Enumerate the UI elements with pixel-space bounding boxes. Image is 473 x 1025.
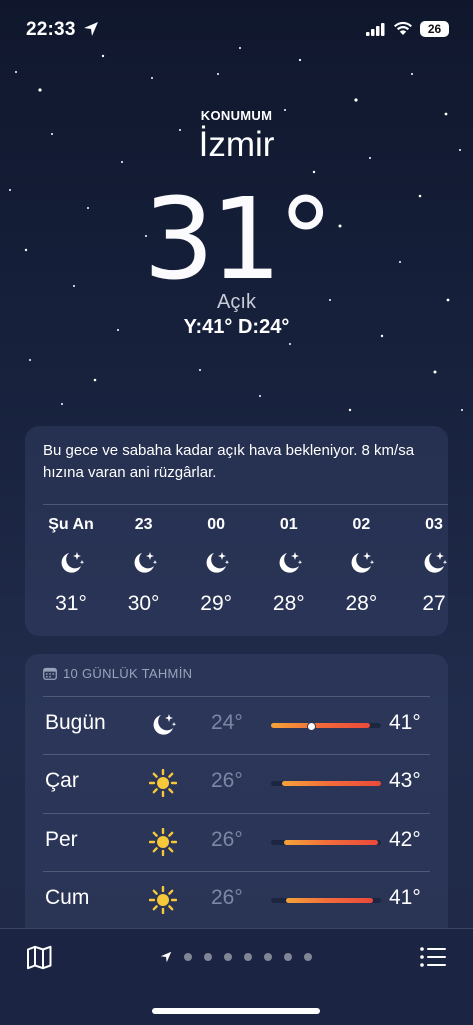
day-low-temperature: 24° bbox=[211, 711, 243, 734]
day-name: Çar bbox=[45, 769, 79, 793]
hour-temperature: 29° bbox=[200, 592, 233, 615]
temperature-range-fill bbox=[271, 723, 370, 728]
temperature-range-bar bbox=[271, 897, 381, 903]
location-arrow-icon[interactable] bbox=[160, 951, 172, 963]
day-low-temperature: 26° bbox=[211, 827, 243, 851]
moon-stars-icon bbox=[35, 544, 107, 582]
temperature-range-bar bbox=[271, 839, 381, 845]
hour-label: 23 bbox=[134, 516, 153, 533]
wifi-icon bbox=[394, 21, 412, 35]
moon-stars-icon bbox=[147, 709, 179, 741]
temperature-range-bar bbox=[271, 722, 381, 731]
daily-row[interactable]: Cum 26° 41° bbox=[43, 870, 448, 929]
day-name: Cum bbox=[45, 885, 90, 909]
location-label: KONUMUM bbox=[200, 108, 273, 123]
hour-temperature: 27 bbox=[422, 592, 446, 615]
hourly-item: 23 30° bbox=[108, 512, 180, 616]
page-dot[interactable] bbox=[224, 953, 232, 961]
daily-row[interactable]: Per 26° 42° bbox=[43, 812, 448, 871]
hourly-item: 01 28° bbox=[253, 512, 325, 616]
page-indicator[interactable] bbox=[160, 951, 312, 963]
day-high-temperature: 41° bbox=[389, 711, 421, 734]
sun-icon bbox=[147, 767, 179, 799]
daily-row[interactable]: Çar 26° 43° bbox=[43, 754, 448, 812]
page-dot[interactable] bbox=[304, 953, 312, 961]
day-low-temperature: 26° bbox=[211, 769, 243, 793]
location-arrow-icon bbox=[84, 22, 98, 36]
hourly-forecast-card[interactable]: Bu gece ve sabaha kadar açık hava beklen… bbox=[25, 426, 448, 636]
hourly-item: 02 28° bbox=[325, 512, 397, 616]
moon-stars-icon bbox=[253, 544, 325, 582]
list-icon[interactable] bbox=[420, 947, 446, 967]
day-name: Bugün bbox=[45, 711, 106, 734]
moon-stars-icon bbox=[180, 544, 252, 582]
hour-temperature: 31° bbox=[55, 592, 87, 615]
high-low-temperature: Y:41° D:24° bbox=[183, 316, 290, 338]
hour-label: 02 bbox=[352, 516, 371, 533]
hourly-item: 03 27 bbox=[398, 512, 448, 616]
moon-stars-icon bbox=[398, 544, 448, 582]
page-dot[interactable] bbox=[244, 953, 252, 961]
hourly-item: Şu An 31° bbox=[35, 512, 107, 616]
divider bbox=[43, 754, 430, 756]
divider bbox=[43, 504, 448, 505]
current-temperature-marker bbox=[306, 722, 316, 731]
divider bbox=[43, 812, 430, 814]
moon-stars-icon bbox=[108, 544, 180, 582]
map-icon[interactable] bbox=[26, 945, 53, 970]
temperature-range-fill bbox=[284, 839, 378, 845]
status-bar: 22:33 26 bbox=[0, 0, 473, 60]
hour-temperature: 28° bbox=[272, 592, 305, 615]
temperature-range-fill bbox=[282, 781, 381, 787]
divider bbox=[43, 696, 430, 697]
page-dot[interactable] bbox=[264, 953, 272, 961]
bottom-toolbar bbox=[0, 928, 473, 1025]
hour-label: 03 bbox=[425, 516, 443, 533]
moon-stars-icon bbox=[325, 544, 397, 582]
daily-forecast-header: 10 GÜNLÜK TAHMİN bbox=[43, 666, 192, 681]
hour-label: Şu An bbox=[48, 516, 94, 533]
page-dot[interactable] bbox=[204, 953, 212, 961]
temperature-range-bar bbox=[271, 781, 381, 787]
forecast-summary: Bu gece ve sabaha kadar açık hava beklen… bbox=[43, 442, 415, 481]
day-high-temperature: 41° bbox=[389, 885, 421, 909]
daily-forecast-card[interactable]: 10 GÜNLÜK TAHMİN Bugün 24° 41° Çar 26° 43° Per… bbox=[25, 654, 448, 944]
current-weather: KONUMUM İzmir 31° Açık Y:41° D:24° bbox=[0, 108, 473, 338]
hour-label: 00 bbox=[207, 516, 226, 533]
day-low-temperature: 26° bbox=[211, 885, 243, 909]
hour-label: 01 bbox=[279, 516, 298, 533]
daily-forecast-title: 10 GÜNLÜK TAHMİN bbox=[63, 666, 193, 681]
day-name: Per bbox=[45, 827, 78, 851]
divider bbox=[43, 870, 430, 872]
sun-icon bbox=[147, 826, 179, 858]
current-temperature: 31° bbox=[143, 175, 334, 305]
cellular-signal-icon bbox=[366, 23, 385, 36]
day-high-temperature: 42° bbox=[389, 827, 421, 851]
temperature-range-fill bbox=[286, 897, 374, 903]
hourly-item: 00 29° bbox=[180, 512, 252, 616]
status-time: 22:33 bbox=[26, 19, 76, 40]
calendar-icon bbox=[43, 667, 57, 680]
hourly-list[interactable]: Şu An 31° 23 30° 00 29° 01 28° 02 28° 03 27 bbox=[25, 512, 448, 622]
sun-icon bbox=[147, 884, 179, 916]
daily-row[interactable]: Bugün 24° 41° bbox=[43, 696, 448, 754]
city-name: İzmir bbox=[198, 125, 275, 164]
home-indicator[interactable] bbox=[152, 1008, 320, 1014]
day-high-temperature: 43° bbox=[389, 769, 421, 793]
battery-indicator: 26 bbox=[420, 21, 449, 37]
page-dot[interactable] bbox=[184, 953, 192, 961]
hour-temperature: 30° bbox=[127, 592, 160, 615]
page-dot[interactable] bbox=[284, 953, 292, 961]
hour-temperature: 28° bbox=[345, 592, 378, 615]
current-condition: Açık bbox=[217, 291, 256, 313]
